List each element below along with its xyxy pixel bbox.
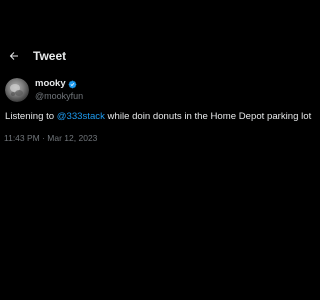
author-display-name: mooky	[35, 78, 66, 89]
avatar-image	[5, 78, 29, 102]
tweet-timestamp[interactable]: 11:43 PM · Mar 12, 2023	[4, 132, 97, 144]
author-name-row[interactable]: mooky	[35, 77, 77, 91]
mention-link[interactable]: @333stack	[57, 111, 105, 122]
page-title: Tweet	[33, 49, 67, 63]
author-handle[interactable]: @mookyfun	[35, 90, 83, 102]
verified-badge-icon	[68, 80, 76, 88]
top-bar: Tweet	[0, 44, 300, 70]
avatar[interactable]	[5, 78, 29, 102]
back-arrow-icon	[9, 52, 18, 60]
tweet-text: Listening to @333stack while doin donuts…	[5, 110, 311, 123]
back-button[interactable]	[4, 46, 24, 66]
tweet-text-after: while doin donuts in the Home Depot park…	[104, 111, 312, 122]
tweet-author: mooky @mookyfun	[0, 76, 300, 104]
tweet-text-before: Listening to	[5, 111, 57, 122]
